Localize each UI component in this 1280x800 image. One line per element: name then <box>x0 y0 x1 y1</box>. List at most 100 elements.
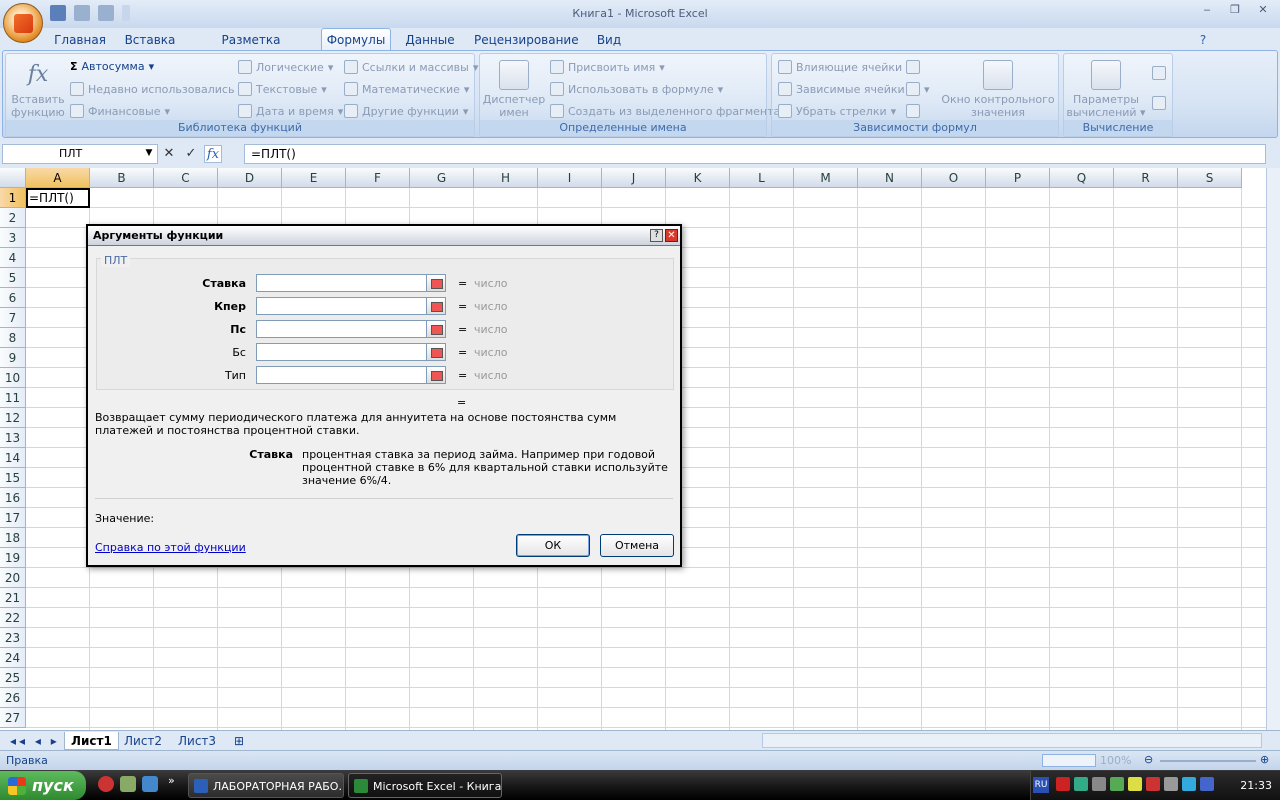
tray-icon[interactable] <box>1128 777 1142 791</box>
insert-function-button[interactable]: fx Вставить функцию <box>8 60 68 119</box>
zoom-level[interactable]: 100% <box>1100 754 1131 767</box>
ok-button[interactable]: ОК <box>516 534 590 557</box>
language-indicator[interactable]: RU <box>1033 777 1049 793</box>
column-header-h[interactable]: H <box>474 168 538 188</box>
question-icon[interactable]: ? <box>650 229 663 242</box>
remove-arrows-button[interactable]: Убрать стрелки ▾ <box>778 104 896 118</box>
antivirus-icon[interactable] <box>1056 777 1070 791</box>
tab-review[interactable]: Рецензирование <box>474 30 579 50</box>
vertical-scrollbar[interactable] <box>1266 168 1280 730</box>
column-header-j[interactable]: J <box>602 168 666 188</box>
close-icon[interactable]: ✕ <box>665 229 678 242</box>
tab-home[interactable]: Главная <box>52 30 108 50</box>
sheet-tab-1[interactable]: Лист1 <box>64 732 119 750</box>
volume-icon[interactable] <box>1164 777 1178 791</box>
quicklaunch-icon[interactable] <box>120 776 136 792</box>
enter-icon[interactable]: ✓ <box>182 145 200 163</box>
lookup-button[interactable]: Ссылки и массивы ▾ <box>344 60 478 74</box>
column-header-g[interactable]: G <box>410 168 474 188</box>
math-button[interactable]: Математические ▾ <box>344 82 469 96</box>
column-header-p[interactable]: P <box>986 168 1050 188</box>
collapse-dialog-icon[interactable] <box>426 320 446 338</box>
row-header-7[interactable]: 7 <box>0 308 26 328</box>
select-all-corner[interactable] <box>0 168 26 188</box>
watch-window-button[interactable]: Окно контрольного значения <box>940 60 1056 119</box>
row-header-9[interactable]: 9 <box>0 348 26 368</box>
arg-input-type[interactable] <box>256 366 446 384</box>
maximize-icon[interactable]: ❐ <box>1224 2 1246 18</box>
tab-data[interactable]: Данные <box>402 30 458 50</box>
error-checking-button[interactable]: ▾ <box>906 82 930 96</box>
insert-function-icon[interactable]: fx <box>204 145 222 163</box>
row-header-16[interactable]: 16 <box>0 488 26 508</box>
row-header-1[interactable]: 1 <box>0 188 26 208</box>
recently-used-button[interactable]: Недавно использовались ▾ <box>70 82 244 96</box>
taskbar-item-word[interactable]: ЛАБОРАТОРНАЯ РАБО... <box>188 773 344 798</box>
define-name-button[interactable]: Присвоить имя ▾ <box>550 60 665 74</box>
collapse-dialog-icon[interactable] <box>426 366 446 384</box>
trace-dependents-button[interactable]: Зависимые ячейки <box>778 82 905 96</box>
tray-icon[interactable] <box>1182 777 1196 791</box>
row-header-18[interactable]: 18 <box>0 528 26 548</box>
column-header-n[interactable]: N <box>858 168 922 188</box>
cancel-icon[interactable]: ✕ <box>160 145 178 163</box>
bluetooth-icon[interactable] <box>1200 777 1214 791</box>
calc-now-button[interactable] <box>1152 66 1166 80</box>
tab-page-layout[interactable]: Разметка страницы <box>192 30 310 67</box>
view-buttons[interactable] <box>1042 754 1096 767</box>
row-header-21[interactable]: 21 <box>0 588 26 608</box>
column-header-c[interactable]: C <box>154 168 218 188</box>
minimize-icon[interactable]: ‒ <box>1196 2 1218 18</box>
row-header-6[interactable]: 6 <box>0 288 26 308</box>
column-header-i[interactable]: I <box>538 168 602 188</box>
arg-input-pv[interactable] <box>256 320 446 338</box>
arg-input-rate[interactable] <box>256 274 446 292</box>
row-header-3[interactable]: 3 <box>0 228 26 248</box>
row-header-11[interactable]: 11 <box>0 388 26 408</box>
arg-input-fv[interactable] <box>256 343 446 361</box>
help-link[interactable]: Справка по этой функции <box>95 541 246 554</box>
row-header-13[interactable]: 13 <box>0 428 26 448</box>
arg-input-nper[interactable] <box>256 297 446 315</box>
column-header-o[interactable]: O <box>922 168 986 188</box>
show-formulas-button[interactable] <box>906 60 920 74</box>
tray-icon[interactable] <box>1092 777 1106 791</box>
row-header-5[interactable]: 5 <box>0 268 26 288</box>
column-header-l[interactable]: L <box>730 168 794 188</box>
row-header-19[interactable]: 19 <box>0 548 26 568</box>
cell-a1[interactable]: =ПЛТ() <box>26 188 90 208</box>
tab-view[interactable]: Вид <box>590 30 628 50</box>
row-header-4[interactable]: 4 <box>0 248 26 268</box>
help-icon[interactable]: ? <box>1194 30 1212 50</box>
name-manager-button[interactable]: Диспетчер имен <box>482 60 546 119</box>
row-header-23[interactable]: 23 <box>0 628 26 648</box>
column-header-s[interactable]: S <box>1178 168 1242 188</box>
row-header-15[interactable]: 15 <box>0 468 26 488</box>
network-icon[interactable] <box>1074 777 1088 791</box>
quicklaunch-icon[interactable] <box>142 776 158 792</box>
column-header-e[interactable]: E <box>282 168 346 188</box>
column-header-a[interactable]: A <box>26 168 90 188</box>
row-header-10[interactable]: 10 <box>0 368 26 388</box>
column-header-m[interactable]: M <box>794 168 858 188</box>
office-button[interactable] <box>3 3 43 43</box>
start-button[interactable]: пуск <box>0 771 86 800</box>
zoom-in-icon[interactable]: ⊕ <box>1260 753 1269 766</box>
column-header-q[interactable]: Q <box>1050 168 1114 188</box>
collapse-dialog-icon[interactable] <box>426 343 446 361</box>
row-header-22[interactable]: 22 <box>0 608 26 628</box>
row-header-24[interactable]: 24 <box>0 648 26 668</box>
column-header-d[interactable]: D <box>218 168 282 188</box>
tab-insert[interactable]: Вставка <box>122 30 178 50</box>
sheet-tab-2[interactable]: Лист2 <box>118 732 168 750</box>
financial-button[interactable]: Финансовые ▾ <box>70 104 170 118</box>
date-time-button[interactable]: Дата и время ▾ <box>238 104 343 118</box>
row-header-27[interactable]: 27 <box>0 708 26 728</box>
logical-button[interactable]: Логические ▾ <box>238 60 333 74</box>
row-header-25[interactable]: 25 <box>0 668 26 688</box>
zoom-out-icon[interactable]: ⊖ <box>1144 753 1153 766</box>
sheet-tab-3[interactable]: Лист3 <box>172 732 222 750</box>
tab-formulas[interactable]: Формулы <box>321 28 391 51</box>
collapse-dialog-icon[interactable] <box>426 274 446 292</box>
collapse-dialog-icon[interactable] <box>426 297 446 315</box>
